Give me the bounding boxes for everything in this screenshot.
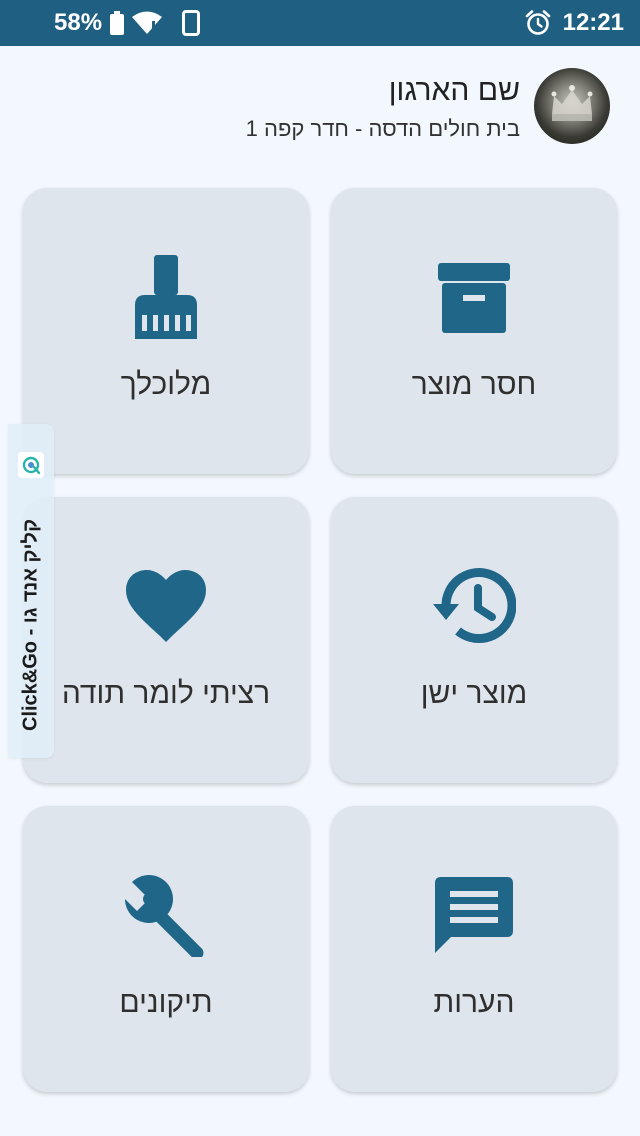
battery-icon (110, 11, 125, 35)
wrench-icon (123, 875, 204, 957)
wifi-icon (132, 11, 163, 34)
tile-label: הערות (433, 986, 515, 1019)
tile-label: תיקונים (119, 986, 213, 1019)
status-bar: 58% 12:21 (0, 0, 640, 46)
tile-thanks[interactable]: רציתי לומר תודה (23, 497, 309, 783)
tile-old-product[interactable]: מוצר ישן (331, 497, 617, 783)
click-and-go-label: Click&Go - קליק אנד גו (19, 518, 42, 732)
battery-percent: 58% (54, 9, 103, 36)
status-right: 12:21 (525, 0, 624, 46)
org-header: שם הארגון בית חולים הדסה - חדר קפה 1 (0, 46, 640, 166)
tile-label: מוצר ישן (420, 677, 528, 710)
comment-icon (435, 877, 513, 953)
tile-comments[interactable]: הערות (331, 806, 617, 1092)
history-icon (433, 568, 516, 644)
tile-missing-product[interactable]: חסר מוצר (331, 188, 617, 474)
phone-icon (182, 10, 201, 36)
tile-dirty[interactable]: מלוכלך (23, 188, 309, 474)
crown-emblem-icon (551, 85, 593, 121)
alarm-icon (525, 10, 550, 35)
broom-icon (135, 255, 197, 339)
org-avatar (534, 68, 610, 144)
clock-time: 12:21 (562, 9, 624, 36)
tile-label: חסר מוצר (411, 368, 537, 401)
tile-repairs[interactable]: תיקונים (23, 806, 309, 1092)
org-location: בית חולים הדסה - חדר קפה 1 (245, 116, 520, 141)
archive-box-icon (438, 263, 510, 333)
click-and-go-logo-icon (18, 452, 44, 478)
org-name: שם הארגון (388, 74, 520, 107)
heart-icon (126, 570, 206, 642)
tile-label: מלוכלך (120, 368, 212, 401)
tile-label: רציתי לומר תודה (61, 677, 271, 710)
status-left: 58% (54, 0, 208, 46)
click-and-go-side-tab[interactable]: Click&Go - קליק אנד גו (8, 424, 54, 758)
